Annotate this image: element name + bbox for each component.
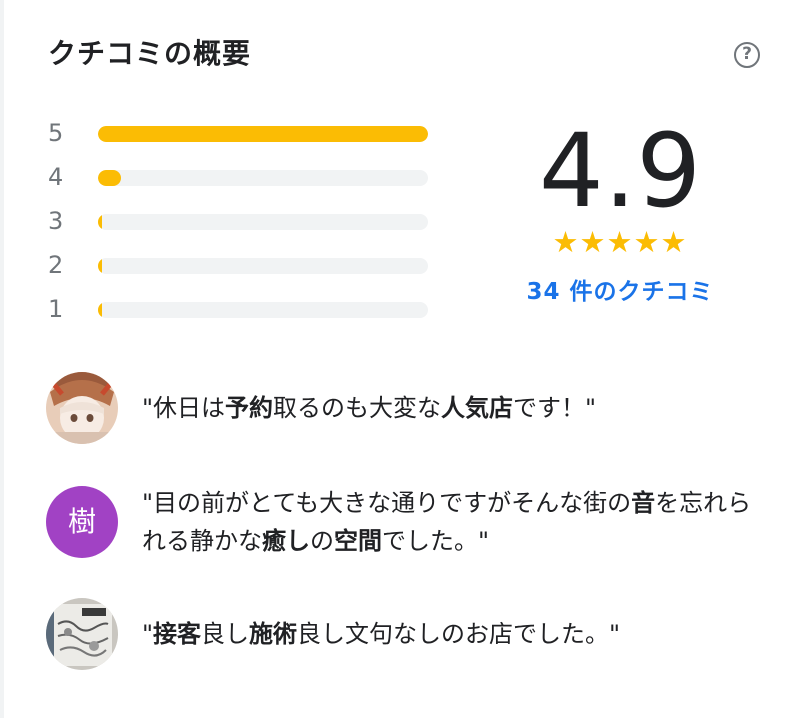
review-keyword: 施術 — [249, 620, 298, 648]
average-rating: 4.9 — [538, 112, 702, 231]
review-keyword: 人気店 — [441, 394, 514, 422]
rating-bar-1: 1 — [48, 290, 438, 334]
rating-bar-track — [98, 126, 428, 142]
rating-bar-3: 3 — [48, 202, 438, 246]
rating-distribution: 5 4 3 2 1 — [48, 114, 438, 334]
rating-bar-fill — [98, 214, 102, 230]
rating-bar-2: 2 — [48, 246, 438, 290]
help-icon[interactable]: ? — [734, 42, 760, 68]
rating-bar-label: 4 — [48, 163, 64, 191]
rating-bar-fill — [98, 302, 102, 318]
review-text-segment: 良し — [201, 620, 250, 648]
review-text-segment: の — [310, 527, 334, 555]
rating-bar-label: 5 — [48, 119, 64, 147]
avatar-photo-icon — [46, 598, 118, 670]
review-text-segment: でした。" — [382, 527, 490, 555]
review-text-segment: "目の前がとても大きな通りですがそんな街の — [142, 489, 632, 517]
rating-bar-label: 2 — [48, 251, 64, 279]
rating-bar-track — [98, 170, 428, 186]
review-text: "目の前がとても大きな通りですがそんな街の音を忘れられる静かな癒しの空間でした。… — [142, 484, 772, 560]
review-keyword: 音 — [631, 489, 656, 517]
star-rating-icons: ★★★★★ — [552, 225, 688, 259]
rating-bar-fill — [98, 126, 428, 142]
review-text-segment: です！" — [513, 394, 597, 422]
rating-bar-fill — [98, 258, 102, 274]
review-text-segment: 取るのも大変な — [273, 394, 442, 422]
rating-bar-track — [98, 302, 428, 318]
rating-bar-5: 5 — [48, 114, 438, 158]
review-text: "接客良し施術良し文句なしのお店でした。" — [142, 615, 772, 653]
avatar — [46, 598, 118, 670]
avatar-photo-icon — [46, 372, 118, 444]
rating-bar-4: 4 — [48, 158, 438, 202]
review-text-segment: "休日は — [142, 394, 226, 422]
review-text: "休日は予約取るのも大変な人気店です！" — [142, 389, 772, 427]
review-keyword: 空間 — [334, 527, 382, 555]
left-edge-divider — [0, 0, 4, 718]
review-keyword: 予約 — [225, 394, 274, 422]
review-text-segment: " — [142, 620, 154, 648]
avatar — [46, 372, 118, 444]
review-text-segment: 良し文句なしのお店でした。" — [297, 620, 621, 648]
rating-bar-fill — [98, 170, 122, 186]
review-count-link[interactable]: 34 件のクチコミ — [526, 272, 713, 306]
rating-bar-track — [98, 258, 428, 274]
page-title: クチコミの概要 — [48, 37, 252, 70]
rating-bar-label: 1 — [48, 295, 64, 323]
review-keyword: 接客 — [153, 620, 202, 648]
review-summary-header: クチコミの概要 ? — [48, 34, 768, 78]
rating-bar-track — [98, 214, 428, 230]
review-keyword: 癒し — [262, 527, 310, 555]
rating-bar-label: 3 — [48, 207, 64, 235]
avatar: 樹 — [46, 486, 118, 558]
rating-summary: 4.9 ★★★★★ 34 件のクチコミ — [500, 120, 740, 306]
